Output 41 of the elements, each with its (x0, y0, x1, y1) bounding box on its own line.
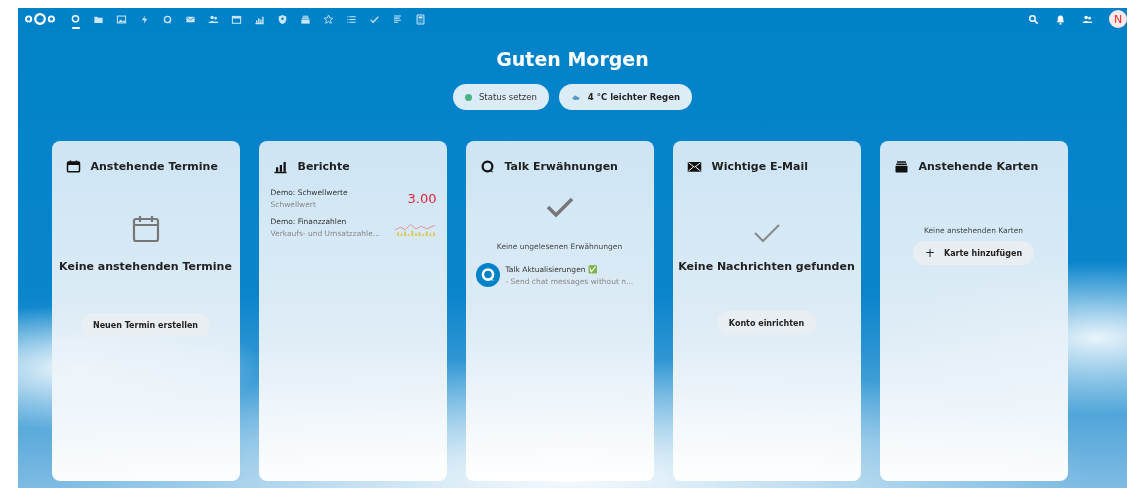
widget-title: Talk Erwähnungen (504, 160, 618, 173)
checkmark-icon (751, 222, 782, 244)
logo-icon[interactable] (24, 12, 56, 26)
chat-bubble-icon (162, 13, 173, 25)
image-icon (116, 13, 127, 25)
status-button[interactable]: Status setzen (452, 84, 549, 110)
people-icon[interactable] (1082, 13, 1093, 25)
calendar-icon (130, 214, 161, 244)
empty-message: Keine anstehenden Termine (59, 260, 232, 273)
list-icon (346, 13, 357, 25)
user-avatar[interactable]: N (1109, 10, 1127, 28)
stack-icon (893, 159, 909, 174)
create-event-button[interactable]: Neuen Termin erstellen (80, 313, 210, 337)
chat-avatar-icon (475, 263, 500, 287)
widget-title: Berichte (297, 160, 350, 173)
greeting-heading: Guten Morgen (496, 48, 649, 70)
calendar-icon (65, 159, 81, 174)
envelope-icon (686, 159, 702, 174)
bar-chart-icon (272, 159, 288, 174)
search-icon[interactable] (1028, 13, 1039, 25)
widget-title: Anstehende Karten (918, 160, 1039, 173)
lightning-icon (139, 13, 150, 25)
weather-button[interactable]: 4 °C leichter Regen (558, 84, 693, 110)
calculator-icon (415, 13, 426, 25)
text-lines-icon (392, 13, 403, 25)
widget-title: Anstehende Termine (90, 160, 218, 173)
bell-icon[interactable] (1055, 13, 1066, 25)
chat-bubble-icon (479, 159, 495, 174)
checkmark-icon (544, 196, 575, 218)
report-value: 3.00 (407, 191, 437, 206)
star-icon (323, 13, 334, 25)
add-card-button[interactable]: + Karte hinzufügen (912, 241, 1035, 265)
stack-icon (300, 13, 311, 25)
setup-account-button[interactable]: Konto einrichten (716, 311, 817, 335)
people-icon (208, 13, 219, 25)
circle-icon (70, 13, 81, 25)
calendar-icon (231, 13, 242, 25)
widget-title: Wichtige E-Mail (711, 160, 808, 173)
shield-icon (277, 13, 288, 25)
cloud-icon (570, 93, 581, 101)
empty-message: Keine Nachrichten gefunden (678, 260, 855, 273)
